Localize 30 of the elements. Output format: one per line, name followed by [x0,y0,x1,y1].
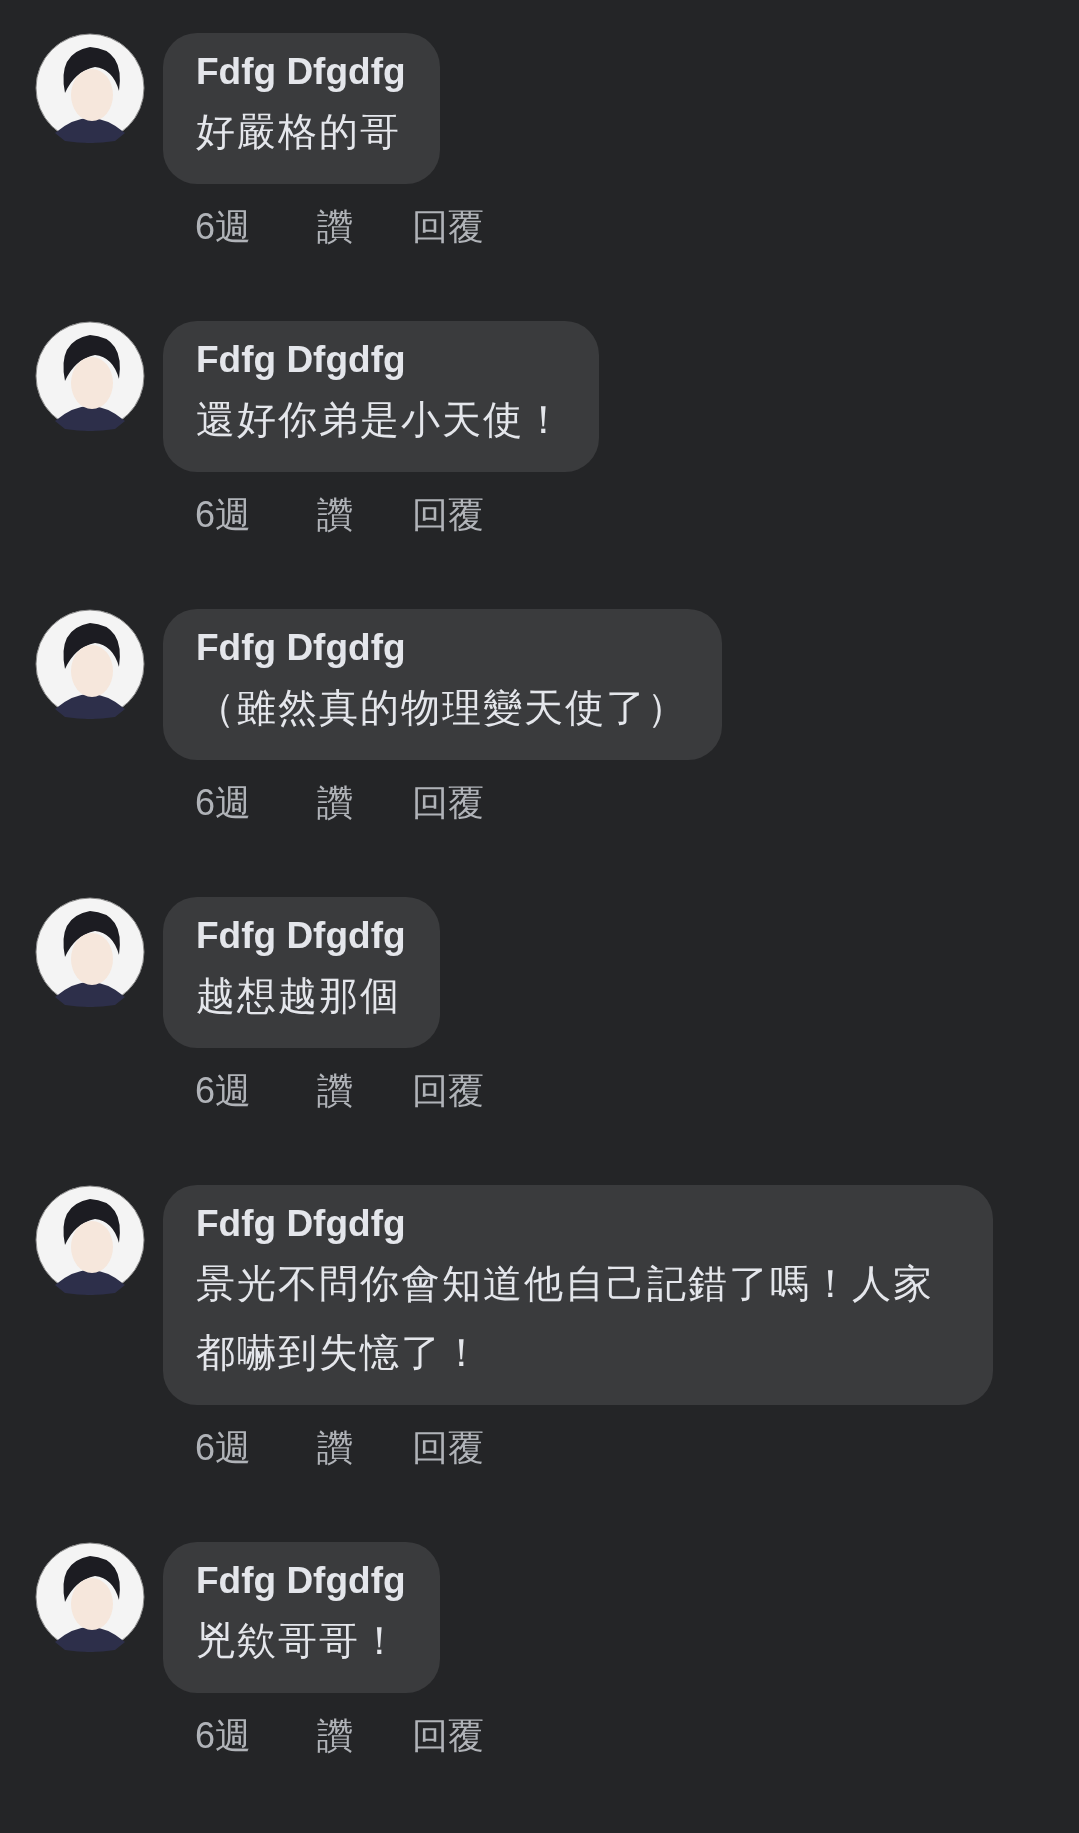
author-name[interactable]: Fdfg Dfgdfg [196,1199,959,1249]
author-name[interactable]: Fdfg Dfgdfg [196,335,565,385]
reply-link[interactable]: 回覆 [412,1066,484,1116]
author-name[interactable]: Fdfg Dfgdfg [196,1556,406,1606]
comment-text: （雖然真的物理變天使了） [196,685,688,731]
timestamp: 6週 [195,1069,253,1113]
comment-text: 越想越那個 [196,973,402,1019]
like-link[interactable]: 讚 [317,1423,412,1473]
comment-text: 還好你弟是小天使！ [196,397,565,443]
comment-text: 景光不問你會知道他自己記錯了嗎！人家都嚇到失憶了！ [196,1261,935,1376]
timestamp: 6週 [195,493,253,537]
timestamp: 6週 [195,205,253,249]
timestamp: 6週 [195,1714,253,1758]
author-name[interactable]: Fdfg Dfgdfg [196,623,688,673]
reply-link[interactable]: 回覆 [412,1711,484,1761]
reply-link[interactable]: 回覆 [412,490,484,540]
comment-text: 兇欸哥哥！ [196,1618,402,1664]
like-link[interactable]: 讚 [317,1711,412,1761]
comment-text: 好嚴格的哥 [196,109,402,155]
like-link[interactable]: 讚 [317,778,412,828]
reply-link[interactable]: 回覆 [412,1423,484,1473]
reply-link[interactable]: 回覆 [412,778,484,828]
timestamp: 6週 [195,1426,253,1470]
like-link[interactable]: 讚 [317,1066,412,1116]
like-link[interactable]: 讚 [317,202,412,252]
author-name[interactable]: Fdfg Dfgdfg [196,911,406,961]
reply-link[interactable]: 回覆 [412,202,484,252]
timestamp: 6週 [195,781,253,825]
like-link[interactable]: 讚 [317,490,412,540]
author-name[interactable]: Fdfg Dfgdfg [196,47,406,97]
